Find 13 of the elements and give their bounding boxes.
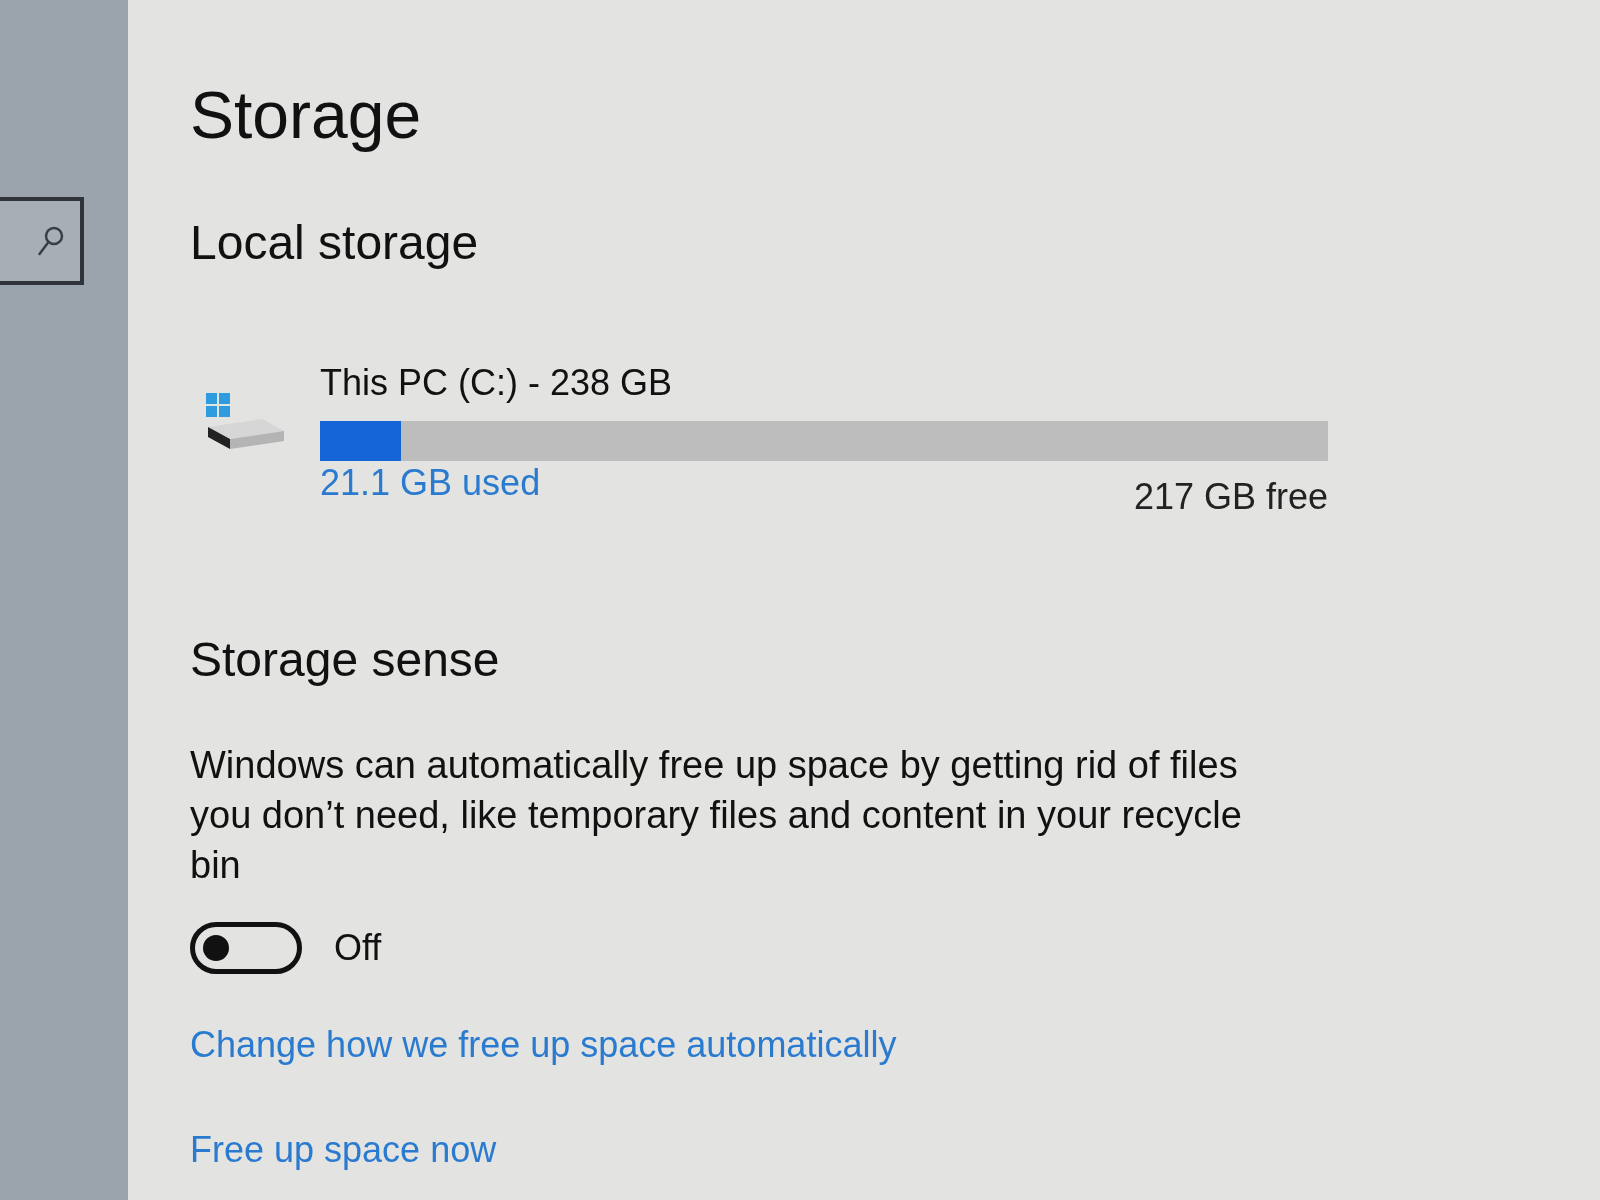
search-field[interactable] [0, 197, 84, 285]
search-icon [38, 226, 64, 256]
drive-name: This PC (C:) - 238 GB [320, 361, 673, 405]
link[interactable]: Free up space now [190, 1128, 497, 1172]
toggle-state-label: Off [334, 926, 382, 970]
page-title: Storage [190, 80, 422, 150]
toggle-switch[interactable] [190, 922, 302, 974]
link[interactable]: Change how we free up space automatically [190, 1023, 897, 1067]
free-space-label: 217 GB free [1133, 475, 1328, 519]
description-text: Windows can automatically free up space by getting rid of files you don’t need, like temporary files and content in your recycle bin [190, 743, 1243, 888]
section-heading: Local storage [190, 215, 479, 271]
used-space-label: 21.1 GB used [320, 461, 541, 505]
section-heading: Storage sense [190, 632, 500, 688]
